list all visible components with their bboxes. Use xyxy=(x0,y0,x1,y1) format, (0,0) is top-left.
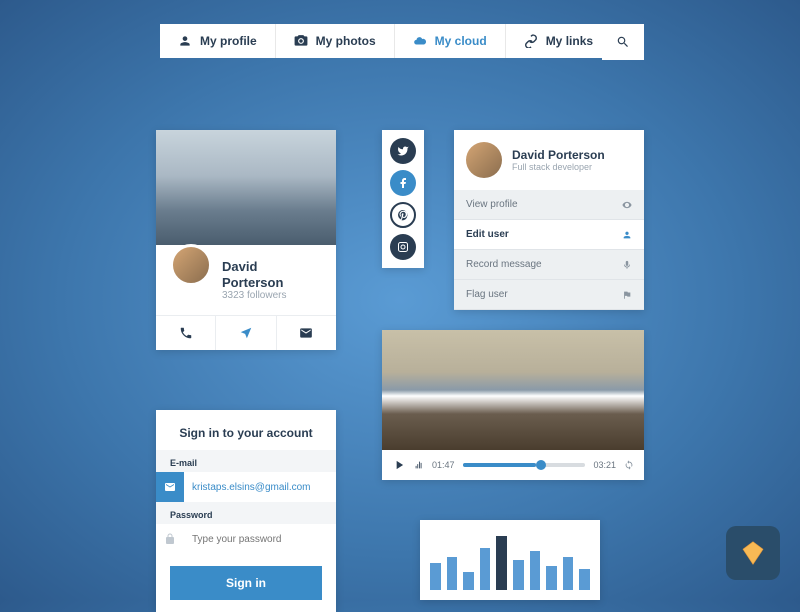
chart-bar xyxy=(430,563,441,590)
loop-icon[interactable] xyxy=(624,458,634,472)
facebook-button[interactable] xyxy=(390,170,416,196)
phone-icon xyxy=(179,326,193,340)
menu-view-profile[interactable]: View profile xyxy=(454,190,644,220)
user-card-header: David Porterson Full stack developer xyxy=(454,130,644,190)
tab-my-cloud[interactable]: My cloud xyxy=(395,24,506,58)
chart-bar xyxy=(463,572,474,590)
instagram-icon xyxy=(397,241,409,253)
locate-button[interactable] xyxy=(216,316,276,350)
email-field-row xyxy=(156,472,336,502)
pinterest-icon xyxy=(397,209,409,221)
time-current: 01:47 xyxy=(432,460,455,470)
mic-icon xyxy=(622,260,632,270)
chart-bar xyxy=(563,557,574,590)
chart-bar xyxy=(513,560,524,590)
mail-icon xyxy=(299,326,313,340)
tab-label: My profile xyxy=(200,34,257,48)
video-player: 01:47 03:21 xyxy=(382,330,644,480)
tab-label: My photos xyxy=(316,34,376,48)
chart-bar xyxy=(496,536,507,590)
play-icon[interactable] xyxy=(392,458,406,472)
chart-bar xyxy=(579,569,590,590)
instagram-button[interactable] xyxy=(390,234,416,260)
chart-bar xyxy=(546,566,557,590)
chart-bar xyxy=(447,557,458,590)
flag-icon xyxy=(622,290,632,300)
profile-followers: 3323 followers xyxy=(222,290,322,301)
chart-bar xyxy=(480,548,491,590)
facebook-icon xyxy=(397,177,409,189)
cover-image xyxy=(156,130,336,245)
social-column xyxy=(382,130,424,268)
tab-my-photos[interactable]: My photos xyxy=(276,24,395,58)
user-icon xyxy=(622,230,632,240)
profile-name: David Porterson xyxy=(222,259,322,290)
password-input[interactable] xyxy=(184,526,336,553)
lock-icon-box xyxy=(156,524,184,554)
video-thumbnail[interactable] xyxy=(382,330,644,450)
cloud-icon xyxy=(413,34,427,48)
twitter-icon xyxy=(397,145,409,157)
mail-button[interactable] xyxy=(277,316,336,350)
tab-label: My cloud xyxy=(435,34,487,48)
lock-icon xyxy=(164,533,176,545)
sketch-badge xyxy=(726,526,780,580)
video-controls: 01:47 03:21 xyxy=(382,450,644,480)
profile-card: David Porterson 3323 followers xyxy=(156,130,336,350)
password-label: Password xyxy=(156,502,336,524)
bar-chart xyxy=(420,520,600,600)
profile-info: David Porterson 3323 followers xyxy=(156,245,336,315)
avatar xyxy=(466,142,502,178)
tab-my-links[interactable]: My links xyxy=(506,24,611,58)
twitter-button[interactable] xyxy=(390,138,416,164)
mail-icon xyxy=(164,481,176,493)
search-button[interactable] xyxy=(602,24,644,60)
password-field-row xyxy=(156,524,336,554)
email-label: E-mail xyxy=(156,450,336,472)
link-icon xyxy=(524,34,538,48)
call-button[interactable] xyxy=(156,316,216,350)
tab-label: My links xyxy=(546,34,593,48)
pinterest-button[interactable] xyxy=(390,202,416,228)
user-icon xyxy=(178,34,192,48)
tab-my-profile[interactable]: My profile xyxy=(160,24,276,58)
avatar xyxy=(170,244,212,286)
menu-edit-user[interactable]: Edit user xyxy=(454,220,644,250)
time-total: 03:21 xyxy=(593,460,616,470)
user-role: Full stack developer xyxy=(512,162,605,172)
nav-tabs: My profile My photos My cloud My links xyxy=(160,24,611,58)
mail-icon-box xyxy=(156,472,184,502)
user-name: David Porterson xyxy=(512,148,605,162)
signin-button[interactable]: Sign in xyxy=(170,566,322,600)
camera-icon xyxy=(294,34,308,48)
volume-icon[interactable] xyxy=(414,458,424,472)
user-menu-card: David Porterson Full stack developer Vie… xyxy=(454,130,644,310)
profile-actions xyxy=(156,315,336,350)
progress-bar[interactable] xyxy=(463,463,586,467)
chart-bar xyxy=(530,551,541,590)
sketch-icon xyxy=(738,538,768,568)
signin-card: Sign in to your account E-mail Password … xyxy=(156,410,336,612)
signin-title: Sign in to your account xyxy=(156,410,336,450)
menu-record-message[interactable]: Record message xyxy=(454,250,644,280)
search-icon xyxy=(616,35,630,49)
location-icon xyxy=(239,326,253,340)
email-input[interactable] xyxy=(184,474,336,501)
eye-icon xyxy=(622,200,632,210)
menu-flag-user[interactable]: Flag user xyxy=(454,280,644,310)
